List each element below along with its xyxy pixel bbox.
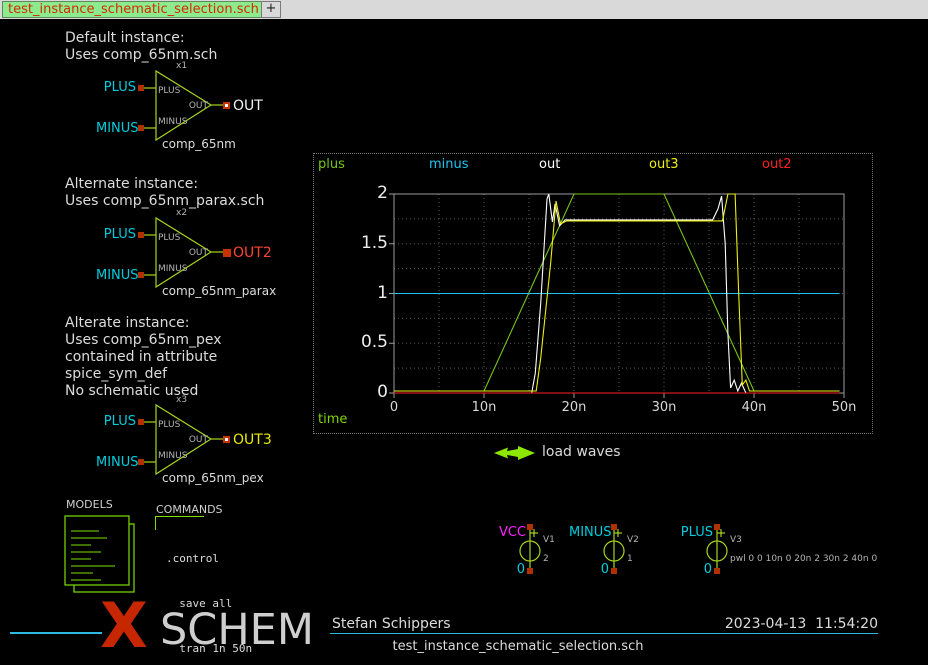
title-block-underline (330, 633, 878, 634)
xschem-logo-x: X (100, 597, 148, 655)
new-tab-button[interactable]: + (261, 1, 281, 18)
tab-bar: test_instance_schematic_selection.sch + (0, 0, 928, 19)
load-waves-launcher[interactable]: load waves (492, 443, 662, 465)
launcher-arrow-icon (492, 443, 538, 463)
plus-pin (138, 419, 144, 425)
x-tick-label: 10n (462, 400, 506, 415)
symbol-pin-label: OUT (180, 101, 208, 111)
plus-net-label: PLUS (96, 227, 136, 242)
wave-plus (394, 194, 840, 391)
net-label: PLUS (672, 525, 713, 540)
symbol-name: comp_65nm_parax (162, 284, 276, 298)
source-top-pin (611, 524, 617, 530)
symbol-pin-label: MINUS (158, 451, 187, 461)
out-pin (223, 102, 230, 109)
xschem-logo-text: SCHEM (160, 606, 314, 654)
plus-net-label: PLUS (96, 414, 136, 429)
source-top-pin (527, 524, 533, 530)
x-tick-label: 20n (552, 400, 596, 415)
out-net-label: OUT (233, 98, 263, 114)
symbol-pin-label: PLUS (158, 420, 180, 430)
symbol-pin-label: OUT (180, 248, 208, 258)
x-tick-label: 50n (822, 400, 866, 415)
legend-item-minus[interactable]: minus (429, 157, 469, 172)
plus-pin (138, 85, 144, 91)
waveform-plot (314, 154, 872, 433)
symbol-pin-label: PLUS (158, 233, 180, 243)
legend-item-out[interactable]: out (539, 157, 560, 172)
symbol-pin-label: PLUS (158, 86, 180, 96)
minus-pin (138, 272, 144, 278)
net-label: VCC (485, 525, 526, 540)
minus-net-label: MINUS (96, 268, 136, 283)
commands-label: COMMANDS (156, 503, 223, 516)
symbol-pin-label: OUT (180, 435, 208, 445)
source-bottom-pin (714, 568, 720, 574)
instance-name: x3 (176, 395, 187, 405)
note-alternate-instance: Alternate instance:Uses comp_65nm_parax.… (65, 176, 264, 210)
out-pin (223, 249, 231, 257)
launcher-label: load waves (542, 444, 621, 460)
symbol-pin-label: MINUS (158, 117, 187, 127)
comparator-x1[interactable]: PLUS MINUS PLUS MINUS OUT x1 OUT comp_65… (95, 60, 325, 156)
out-net-label: OUT2 (233, 245, 272, 261)
source-value: 1 (627, 554, 633, 564)
instance-name: x2 (176, 208, 187, 218)
xschem-window: test_instance_schematic_selection.sch + … (0, 0, 928, 665)
y-tick-label: 0 (344, 382, 388, 402)
source-bottom-pin (527, 568, 533, 574)
plus-net-label: PLUS (96, 80, 136, 95)
source-name: V1 (543, 535, 555, 545)
ground-net-label: 0 (591, 562, 609, 577)
x-tick-label: 30n (642, 400, 686, 415)
models-label: MODELS (66, 498, 113, 511)
out-net-label: OUT3 (233, 432, 272, 448)
source-name: V3 (730, 535, 742, 545)
sheet-title: test_instance_schematic_selection.sch (318, 639, 718, 654)
symbol-name: comp_65nm (162, 137, 236, 151)
waveform-graph[interactable]: time 0 0.5 1 1.5 2 0 10n 20n 30n 40n 50n plus minus o… (313, 153, 873, 434)
net-label: MINUS (569, 525, 610, 540)
source-value: pwl 0 0 10n 0 20n 2 30n 2 40n 0 (730, 554, 877, 564)
ground-net-label: 0 (694, 562, 712, 577)
comparator-x2[interactable]: PLUS MINUS PLUS MINUS OUT x2 OUT2 comp_6… (95, 207, 325, 303)
plus-pin (138, 232, 144, 238)
source-top-pin (714, 524, 720, 530)
y-tick-label: 1 (344, 283, 388, 303)
source-value: 2 (543, 554, 549, 564)
source-bottom-pin (611, 568, 617, 574)
source-name: V2 (627, 535, 639, 545)
legend-item-out2[interactable]: out2 (762, 157, 792, 172)
y-tick-label: 2 (344, 183, 388, 203)
commands-annotation[interactable]: COMMANDS .control save all tran 1n 50n w… (150, 498, 500, 598)
instance-name: x1 (176, 61, 187, 71)
symbol-name: comp_65nm_pex (162, 471, 264, 485)
y-tick-label: 1.5 (344, 233, 388, 253)
x-axis-label: time (318, 412, 347, 427)
legend-item-out3[interactable]: out3 (649, 157, 679, 172)
x-tick-label: 40n (732, 400, 776, 415)
minus-pin (138, 125, 144, 131)
minus-pin (138, 459, 144, 465)
minus-net-label: MINUS (96, 121, 136, 136)
out-pin (223, 436, 230, 443)
timestamp: 2023-04-13 11:54:20 (690, 616, 878, 632)
note-default-instance: Default instance:Uses comp_65nm.sch (65, 30, 217, 64)
comparator-x3[interactable]: PLUS MINUS PLUS MINUS OUT x3 OUT3 comp_6… (95, 394, 325, 490)
note-alterate-instance: Alterate instance:Uses comp_65nm_pex con… (65, 315, 222, 400)
title-block-line (10, 632, 102, 634)
voltage-source-v3[interactable]: PLUS 0 V3 pwl 0 0 10n 0 20n 2 30n 2 40n … (672, 522, 842, 582)
symbol-pin-label: MINUS (158, 264, 187, 274)
ground-net-label: 0 (507, 562, 525, 577)
y-tick-label: 0.5 (344, 332, 388, 352)
wave-out3 (394, 194, 840, 391)
minus-net-label: MINUS (96, 455, 136, 470)
tab-current[interactable]: test_instance_schematic_selection.sch (2, 1, 265, 18)
legend-item-plus[interactable]: plus (318, 157, 345, 172)
author-name: Stefan Schippers (332, 616, 451, 632)
x-tick-label: 0 (372, 400, 416, 415)
